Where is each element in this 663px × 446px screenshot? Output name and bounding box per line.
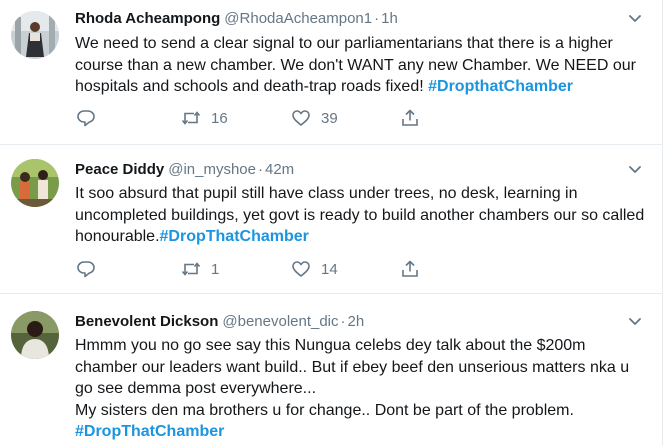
- reply-icon: [77, 110, 95, 127]
- user-name[interactable]: Peace Diddy: [75, 161, 164, 178]
- share-icon: [402, 109, 418, 126]
- hashtag-link[interactable]: #DropThatChamber: [160, 228, 309, 245]
- tweet-text: Hmmm you no go see say this Nungua celeb…: [75, 335, 650, 443]
- avatar[interactable]: [11, 311, 59, 359]
- share-button[interactable]: [400, 259, 420, 279]
- tweet-header: Benevolent Dickson @benevolent_dic · 2h: [75, 312, 364, 332]
- like-icon: [292, 110, 310, 126]
- user-name[interactable]: Rhoda Acheampong: [75, 10, 220, 27]
- retweet-count: 1: [211, 260, 220, 278]
- tweet-actions: 1 14: [76, 259, 476, 279]
- reply-button[interactable]: [76, 259, 96, 279]
- tweet-header: Rhoda Acheampong @RhodaAcheampon1 · 1h: [75, 9, 398, 29]
- separator-dot: ·: [340, 313, 346, 330]
- tweet-header: Peace Diddy @in_myshoe · 42m: [75, 160, 294, 180]
- chevron-down-icon[interactable]: [626, 9, 644, 27]
- like-count: 14: [321, 260, 338, 278]
- tweet-text: We need to send a clear signal to our pa…: [75, 33, 650, 98]
- share-button[interactable]: [400, 108, 420, 128]
- avatar[interactable]: [11, 159, 59, 207]
- user-handle[interactable]: @benevolent_dic: [222, 313, 338, 330]
- timeline: Rhoda Acheampong @RhodaAcheampon1 · 1h We n…: [0, 0, 663, 446]
- timestamp[interactable]: 42m: [265, 161, 294, 178]
- user-name[interactable]: Benevolent Dickson: [75, 313, 218, 330]
- tweet[interactable]: Rhoda Acheampong @RhodaAcheampon1 · 1h We n…: [0, 0, 662, 145]
- retweet-count: 16: [211, 109, 228, 127]
- retweet-icon: [181, 111, 201, 125]
- user-handle[interactable]: @in_myshoe: [168, 161, 256, 178]
- tweet[interactable]: Peace Diddy @in_myshoe · 42m It soo absurd …: [0, 145, 662, 294]
- share-icon: [402, 260, 418, 277]
- separator-dot: ·: [374, 10, 380, 27]
- like-icon: [292, 261, 310, 277]
- avatar[interactable]: [11, 11, 59, 59]
- timestamp[interactable]: 1h: [381, 10, 398, 27]
- separator-dot: ·: [258, 161, 263, 178]
- chevron-down-icon[interactable]: [626, 160, 644, 178]
- timestamp[interactable]: 2h: [348, 313, 365, 330]
- user-handle[interactable]: @RhodaAcheampon1: [224, 10, 372, 27]
- reply-icon: [77, 261, 95, 278]
- like-button[interactable]: 39: [291, 108, 338, 128]
- like-count: 39: [321, 109, 338, 127]
- reply-button[interactable]: [76, 108, 96, 128]
- tweet-text: It soo absurd that pupil still have clas…: [75, 183, 650, 248]
- tweet-text-line: Hmmm you no go see say this Nungua celeb…: [75, 337, 630, 397]
- like-button[interactable]: 14: [291, 259, 338, 279]
- retweet-button[interactable]: 1: [181, 259, 219, 279]
- tweet-text-line: My sisters den ma brothers u for change.…: [75, 401, 574, 419]
- hashtag-link[interactable]: #DropthatChamber: [428, 78, 573, 95]
- tweet-actions: 16 39: [76, 108, 476, 128]
- retweet-button[interactable]: 16: [181, 108, 228, 128]
- tweet[interactable]: Benevolent Dickson @benevolent_dic · 2h Hmm…: [0, 294, 662, 446]
- chevron-down-icon[interactable]: [626, 312, 644, 330]
- retweet-icon: [181, 262, 201, 276]
- hashtag-link[interactable]: #DropThatChamber: [75, 421, 650, 443]
